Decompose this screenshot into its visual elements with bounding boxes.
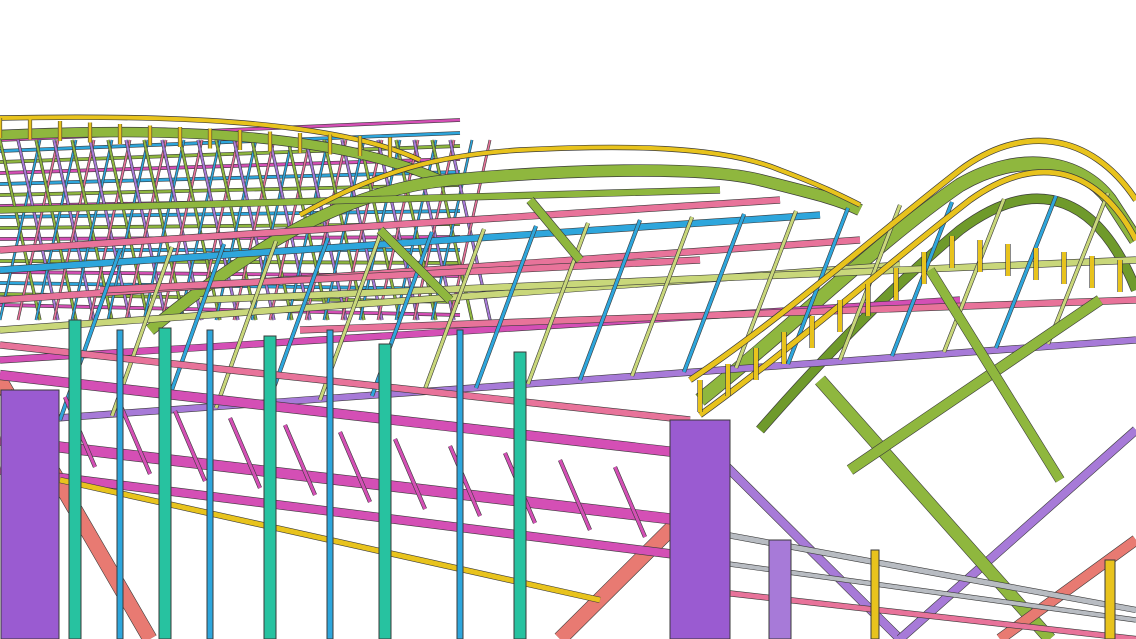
column-yellow <box>870 549 880 639</box>
column-teal <box>158 327 172 639</box>
column-lilac <box>768 539 792 639</box>
column-blue-thin <box>456 329 464 639</box>
column-teal <box>68 319 82 639</box>
structure-render <box>0 0 1136 639</box>
column-blue-thin <box>326 329 334 639</box>
column-purple-left <box>0 389 60 639</box>
column-yellow-right <box>1104 559 1116 639</box>
column-blue-thin <box>116 329 124 639</box>
column-purple-center <box>669 419 731 639</box>
column-blue-thin <box>206 329 214 639</box>
column-teal <box>378 343 392 639</box>
column-teal <box>263 335 277 639</box>
column-teal <box>513 351 527 639</box>
